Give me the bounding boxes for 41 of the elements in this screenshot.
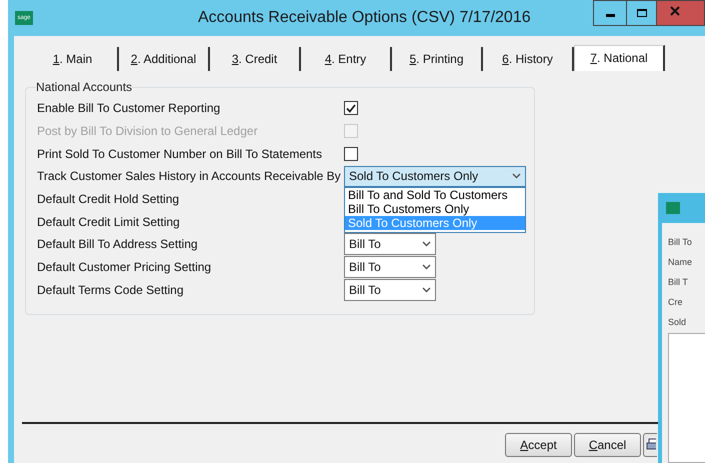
maximize-icon	[636, 9, 646, 17]
print-button[interactable]	[643, 433, 657, 457]
chevron-down-icon	[422, 286, 431, 293]
chevron-down-icon	[422, 264, 431, 270]
dialog-button[interactable]: Accept	[505, 433, 572, 457]
maximize-button[interactable]	[627, 0, 657, 26]
app-logo	[666, 202, 680, 214]
dropdown-option[interactable]: Bill To Customers Only	[345, 202, 525, 216]
chevron-down-icon	[512, 173, 521, 180]
minimize-button[interactable]	[593, 0, 627, 26]
dropdown[interactable]: Sold To Customers Only	[344, 166, 526, 187]
setting-label: Default Credit Hold Setting	[37, 191, 180, 208]
chevron-down-icon	[422, 241, 431, 248]
field-label: Sold	[668, 317, 688, 328]
tab[interactable]: 7. National	[574, 45, 665, 71]
dropdown-option[interactable]: Bill To and Sold To Customers	[345, 188, 525, 202]
field-label: Bill T	[668, 277, 689, 288]
setting-label: Default Terms Code Setting	[37, 282, 185, 299]
window-title: Accounts Receivable Options (CSV) 7/17/2016	[198, 8, 531, 28]
setting-label: Default Customer Pricing Setting	[37, 259, 212, 276]
dropdown[interactable]: Bill To	[344, 233, 436, 256]
close-icon	[670, 6, 680, 16]
setting-label: Default Credit Limit Setting	[37, 214, 181, 231]
dropdown[interactable]: Bill To	[344, 256, 436, 278]
checkbox[interactable]	[344, 146, 358, 161]
group-title: National Accounts	[36, 80, 132, 94]
setting-label: Post by Bill To Division to General Ledger	[37, 123, 259, 140]
setting-label: Print Sold To Customer Number on Bill To Statements	[37, 146, 324, 163]
field-label: Cre	[668, 297, 684, 308]
setting-label: Enable Bill To Customer Reporting	[37, 100, 222, 118]
setting-label: Default Bill To Address Setting	[37, 236, 199, 254]
setting-label: Track Customer Sales History in Accounts Receivable By	[37, 168, 342, 186]
field-label: Name	[668, 257, 694, 268]
printer-icon	[646, 438, 656, 452]
close-button[interactable]	[657, 0, 705, 26]
check-icon	[346, 104, 356, 113]
dropdown[interactable]: Bill To	[344, 278, 436, 301]
minimize-icon	[606, 14, 614, 16]
checkbox[interactable]	[344, 101, 358, 116]
dialog-button[interactable]: Cancel	[574, 433, 641, 457]
field-label: Bill To	[668, 237, 693, 248]
